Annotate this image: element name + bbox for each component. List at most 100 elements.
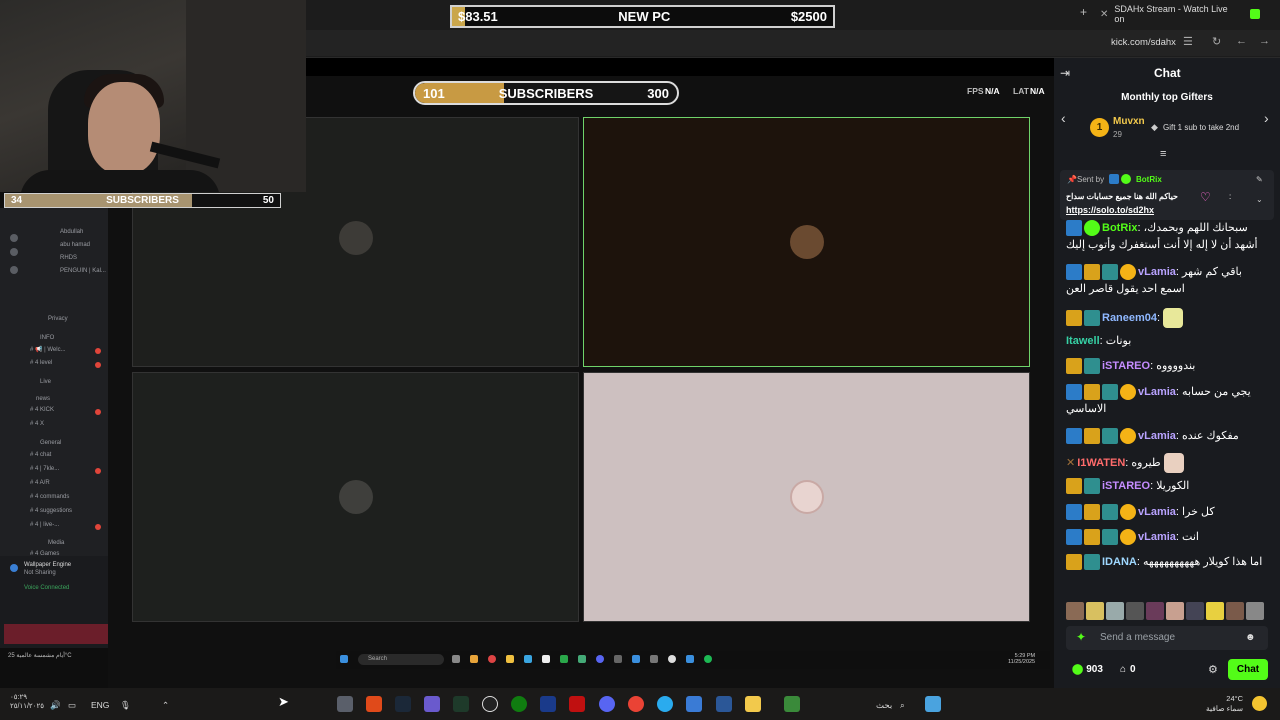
chat-username[interactable]: iSTAREO	[1102, 480, 1150, 492]
kicks-balance[interactable]: ⬤ 903	[1072, 664, 1103, 675]
chrome-icon[interactable]	[628, 696, 644, 712]
address-bar[interactable]: kick.com/sdahx	[1111, 37, 1176, 48]
chat-username[interactable]: iSTAREO	[1102, 360, 1150, 372]
expand-chevron-icon[interactable]: ⌄	[1256, 195, 1263, 204]
channel-item[interactable]: # 4 KICK	[30, 407, 54, 413]
gifter-name[interactable]: Muvxn	[1113, 116, 1145, 127]
viewer-avatar[interactable]	[1106, 602, 1124, 620]
chat-username[interactable]: vLamia	[1138, 266, 1176, 278]
new-tab-button[interactable]: +	[1080, 5, 1087, 19]
gift-balance[interactable]: ⌂ 0	[1120, 664, 1136, 675]
viewer-avatar[interactable]	[1166, 602, 1184, 620]
windows-icon	[340, 655, 348, 663]
taskbar-clock[interactable]: ٠٥:٢٩ ٢٥/١١/٢٠٢٥	[10, 693, 44, 711]
gifter-count: 29	[1113, 130, 1122, 139]
settings-dot-icon[interactable]	[10, 266, 18, 274]
viewer-avatar[interactable]	[1066, 602, 1084, 620]
member-name[interactable]: abu hamad	[60, 242, 90, 248]
member-name[interactable]: RHDS	[60, 255, 77, 261]
viewer-avatar[interactable]	[1126, 602, 1144, 620]
category-label: Media	[48, 540, 65, 546]
privacy-link[interactable]: Privacy	[48, 316, 68, 322]
chat-username[interactable]: vLamia	[1138, 430, 1176, 442]
viewer-avatar[interactable]	[1226, 602, 1244, 620]
store-icon[interactable]	[686, 696, 702, 712]
search-icon[interactable]: ⌕	[900, 700, 905, 711]
close-tab-icon[interactable]: ✕	[1100, 9, 1108, 20]
app-icon[interactable]	[784, 696, 800, 712]
chevron-right-icon[interactable]: ›	[1264, 110, 1269, 126]
stream-top-bar	[306, 58, 1054, 76]
app-icon[interactable]	[424, 696, 440, 712]
settings-dot-icon[interactable]	[10, 248, 18, 256]
gear-icon[interactable]: ⚙	[1208, 663, 1218, 676]
chevron-left-icon[interactable]: ‹	[1061, 110, 1066, 126]
taskbar-weather[interactable]: 24°C سماء صافية	[1206, 694, 1243, 714]
back-icon[interactable]: ←	[1236, 35, 1247, 47]
chat-username[interactable]: I1WATEN	[1077, 457, 1125, 469]
app-icon[interactable]	[337, 696, 353, 712]
steam-icon[interactable]	[395, 696, 411, 712]
telegram-icon[interactable]	[657, 696, 673, 712]
reload-icon[interactable]: ↻	[1212, 35, 1221, 48]
voice-controls-bar[interactable]	[4, 624, 108, 644]
pinned-bot-name[interactable]: BotRix	[1136, 175, 1162, 184]
channel-item[interactable]: # 4 X	[30, 421, 44, 427]
voice-status: Voice Connected	[24, 585, 70, 591]
chat-username[interactable]: vLamia	[1138, 531, 1176, 543]
app-icon[interactable]	[540, 696, 556, 712]
chat-username[interactable]: BotRix	[1102, 222, 1137, 234]
viewer-avatar[interactable]	[1206, 602, 1224, 620]
emoji-icon[interactable]: ☻	[1245, 632, 1256, 643]
unpin-icon[interactable]: ✎	[1256, 175, 1263, 184]
chat-username[interactable]: vLamia	[1138, 386, 1176, 398]
chat-username[interactable]: IDANA	[1102, 556, 1137, 568]
chat-input-placeholder[interactable]: Send a message	[1100, 632, 1175, 643]
file-explorer-icon[interactable]	[745, 696, 761, 712]
emote	[1163, 453, 1184, 473]
mic-icon[interactable]: 🎙	[120, 700, 131, 711]
discord-sidebar: Abdullah abu hamad RHDS PENGUIN | Kal...…	[0, 208, 108, 648]
channel-item[interactable]: # 4 level	[30, 360, 52, 366]
taskbar-search[interactable]: بحث	[876, 700, 892, 711]
viewer-avatar[interactable]	[1186, 602, 1204, 620]
chat-text: بندووووه	[1156, 360, 1196, 372]
discord-icon[interactable]	[599, 696, 615, 712]
viewer-avatar[interactable]	[1246, 602, 1264, 620]
app-icon[interactable]	[716, 696, 732, 712]
filter-icon[interactable]: ≡	[1160, 148, 1166, 160]
network-icon[interactable]: ▭	[68, 700, 76, 711]
chat-username[interactable]: Itawell	[1066, 335, 1100, 347]
channel-item[interactable]: # 4 chat	[30, 452, 51, 458]
channel-item[interactable]: # 4 | 7kle...	[30, 466, 59, 472]
pinned-link[interactable]: https://solo.to/sd2hx	[1066, 205, 1154, 215]
chevron-up-icon[interactable]: ⌃	[162, 700, 169, 711]
goal-current: 34	[11, 195, 23, 206]
member-name[interactable]: Abdullah	[60, 229, 83, 235]
channel-item[interactable]: # 4 suggestions	[30, 508, 72, 514]
tune-icon[interactable]: ☰	[1183, 35, 1193, 48]
github-icon[interactable]	[482, 696, 498, 712]
chat-username[interactable]: vLamia	[1138, 506, 1176, 518]
speaker-icon[interactable]: 🔊	[50, 700, 61, 711]
channel-item[interactable]: # 4 A/R	[30, 480, 50, 486]
member-name[interactable]: PENGUIN | Kal...	[60, 268, 106, 274]
category-label: Live	[40, 379, 52, 385]
send-chat-button[interactable]: Chat	[1228, 659, 1268, 680]
channel-item[interactable]: # 📢 | Welc...	[30, 346, 66, 353]
channel-item[interactable]: # 4 commands	[30, 494, 69, 500]
app-icon[interactable]	[453, 696, 469, 712]
chat-message: IDANA: اما هذا كويلار ههههههههههه	[1066, 554, 1266, 571]
xbox-icon[interactable]	[511, 696, 527, 712]
channel-item[interactable]: # 4 | live-...	[30, 522, 59, 528]
viewer-avatar[interactable]	[1146, 602, 1164, 620]
collapse-chat-icon[interactable]: ⇥	[1060, 66, 1070, 80]
forward-icon[interactable]: →	[1259, 35, 1270, 47]
chat-username[interactable]: Raneem04	[1102, 312, 1157, 324]
viewer-avatar[interactable]	[1086, 602, 1104, 620]
start-icon[interactable]	[925, 696, 941, 712]
browser-tab[interactable]: ✕ SDAHx Stream - Watch Live on	[1100, 4, 1260, 24]
language-indicator[interactable]: ENG	[91, 700, 109, 710]
app-icon[interactable]	[569, 696, 585, 712]
app-icon[interactable]	[366, 696, 382, 712]
